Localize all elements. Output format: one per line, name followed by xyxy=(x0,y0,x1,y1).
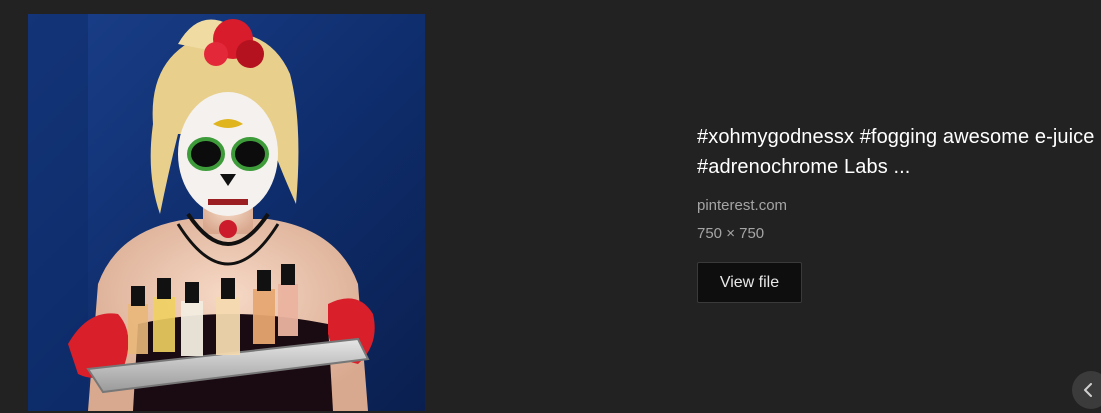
chevron-left-icon xyxy=(1084,383,1092,397)
previous-image-button[interactable] xyxy=(1072,371,1101,409)
image-viewer: #xohmygodnessx #fogging awesome e-juice … xyxy=(0,0,1101,413)
image-info-panel: #xohmygodnessx #fogging awesome e-juice … xyxy=(697,122,1097,303)
view-file-button[interactable]: View file xyxy=(697,262,802,303)
source-domain-link[interactable]: pinterest.com xyxy=(697,196,1097,216)
image-title[interactable]: #xohmygodnessx #fogging awesome e-juice … xyxy=(697,122,1097,182)
preview-image[interactable] xyxy=(28,14,425,411)
image-dimensions: 750 × 750 xyxy=(697,225,765,242)
